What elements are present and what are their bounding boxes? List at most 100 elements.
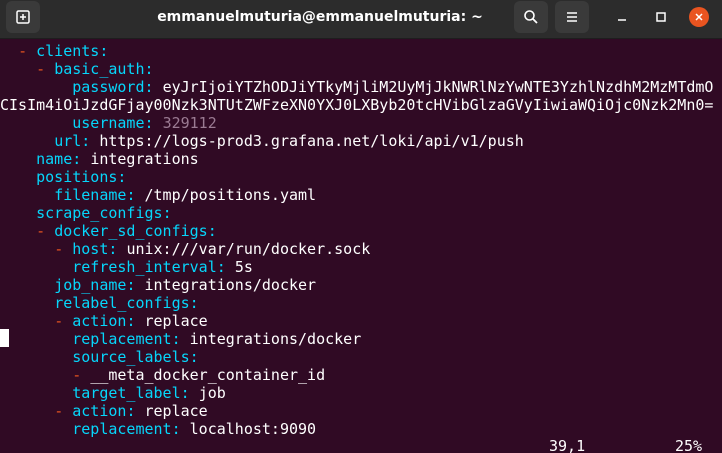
editor-line[interactable]: source_labels:: [0, 348, 199, 366]
yaml-key: relabel_configs: [54, 294, 190, 312]
yaml-value: integrations/docker: [189, 330, 362, 348]
scroll-percent: 25%: [675, 437, 703, 453]
yaml-value: 329112: [162, 114, 217, 132]
editor-line[interactable]: - basic_auth:: [0, 60, 154, 78]
editor-line[interactable]: name: integrations: [0, 150, 199, 168]
text-cursor: [0, 329, 9, 347]
yaml-value: unix:///var/run/docker.sock: [126, 240, 371, 258]
editor-line[interactable]: replacement: localhost:9090: [0, 420, 316, 438]
new-tab-button[interactable]: [6, 1, 40, 33]
editor-line[interactable]: username: 329112: [0, 114, 217, 132]
yaml-key: name: [36, 150, 73, 168]
close-icon: [695, 13, 703, 21]
yaml-separator: :: [126, 186, 145, 204]
editor-line[interactable]: replacement: integrations/docker: [0, 330, 361, 348]
close-button[interactable]: [689, 7, 709, 27]
cursor-position: 39,1: [549, 437, 586, 453]
editor-line[interactable]: password: eyJrIjoiYTZhODJiYTkyMjliM2UyMj…: [0, 78, 713, 96]
yaml-value: integrations/docker: [144, 276, 317, 294]
editor-line[interactable]: - docker_sd_configs:: [0, 222, 217, 240]
yaml-key: positions: [36, 168, 118, 186]
yaml-value: CIsIm4iOiJzdGFjay00Nzk3NTUtZWFzeXN0YXJ0L…: [0, 96, 714, 114]
editor-line[interactable]: - clients:: [0, 42, 108, 60]
yaml-separator: :: [126, 276, 145, 294]
yaml-separator: :: [189, 348, 199, 366]
yaml-key: password: [72, 78, 145, 96]
editor-line[interactable]: url: https://logs-prod3.grafana.net/loki…: [0, 132, 524, 150]
yaml-key: url: [54, 132, 82, 150]
new-tab-icon: [16, 10, 30, 24]
search-button[interactable]: [514, 1, 548, 33]
yaml-separator: :: [126, 312, 145, 330]
yaml-value: /tmp/positions.yaml: [144, 186, 317, 204]
editor-line[interactable]: target_label: job: [0, 384, 226, 402]
yaml-value: localhost:9090: [189, 420, 317, 438]
yaml-separator: :: [81, 132, 100, 150]
yaml-separator: :: [171, 330, 190, 348]
yaml-separator: :: [144, 78, 163, 96]
yaml-key: refresh_interval: [72, 258, 217, 276]
yaml-key: replacement: [72, 420, 172, 438]
yaml-separator: :: [117, 168, 127, 186]
editor-line[interactable]: filename: /tmp/positions.yaml: [0, 186, 316, 204]
editor-line[interactable]: - action: replace: [0, 312, 208, 330]
terminal-window: emmanuelmuturia@emmanuelmuturia: ~ - cli…: [0, 0, 722, 453]
yaml-key: target_label: [72, 384, 181, 402]
minimize-button[interactable]: [612, 7, 632, 27]
menu-button[interactable]: [555, 1, 589, 33]
title-bar: emmanuelmuturia@emmanuelmuturia: ~: [0, 0, 722, 39]
yaml-value: replace: [144, 402, 208, 420]
yaml-separator: :: [207, 222, 217, 240]
editor-line[interactable]: scrape_configs:: [0, 204, 172, 222]
window-title: emmanuelmuturia@emmanuelmuturia: ~: [157, 9, 483, 25]
editor-line[interactable]: CIsIm4iOiJzdGFjay00Nzk3NTUtZWFzeXN0YXJ0L…: [0, 96, 713, 114]
yaml-separator: :: [144, 114, 163, 132]
yaml-separator: :: [144, 60, 154, 78]
terminal-content[interactable]: - clients: - basic_auth: password: eyJrI…: [0, 38, 722, 453]
yaml-key: source_labels: [72, 348, 190, 366]
yaml-key: clients: [36, 42, 100, 60]
list-dash: -: [54, 402, 73, 420]
editor-line[interactable]: job_name: integrations/docker: [0, 276, 316, 294]
editor-line[interactable]: - action: replace: [0, 402, 208, 420]
yaml-value: job: [198, 384, 226, 402]
editor-line[interactable]: refresh_interval: 5s: [0, 258, 253, 276]
yaml-value: __meta_docker_container_id: [90, 366, 326, 384]
list-dash: -: [36, 60, 55, 78]
yaml-key: username: [72, 114, 145, 132]
list-dash: -: [18, 42, 37, 60]
yaml-separator: :: [216, 258, 235, 276]
yaml-separator: :: [99, 42, 109, 60]
editor-line[interactable]: relabel_configs:: [0, 294, 199, 312]
yaml-key: basic_auth: [54, 60, 145, 78]
list-dash: -: [36, 222, 55, 240]
maximize-button[interactable]: [651, 7, 671, 27]
editor-line[interactable]: - __meta_docker_container_id: [0, 366, 325, 384]
yaml-separator: :: [162, 204, 172, 222]
yaml-key: action: [72, 402, 127, 420]
yaml-value: replace: [144, 312, 208, 330]
editor-line[interactable]: positions:: [0, 168, 126, 186]
search-icon: [524, 10, 538, 24]
hamburger-menu-icon: [567, 12, 577, 22]
editor-line[interactable]: - host: unix:///var/run/docker.sock: [0, 240, 370, 258]
yaml-key: host: [72, 240, 109, 258]
yaml-separator: :: [72, 150, 91, 168]
